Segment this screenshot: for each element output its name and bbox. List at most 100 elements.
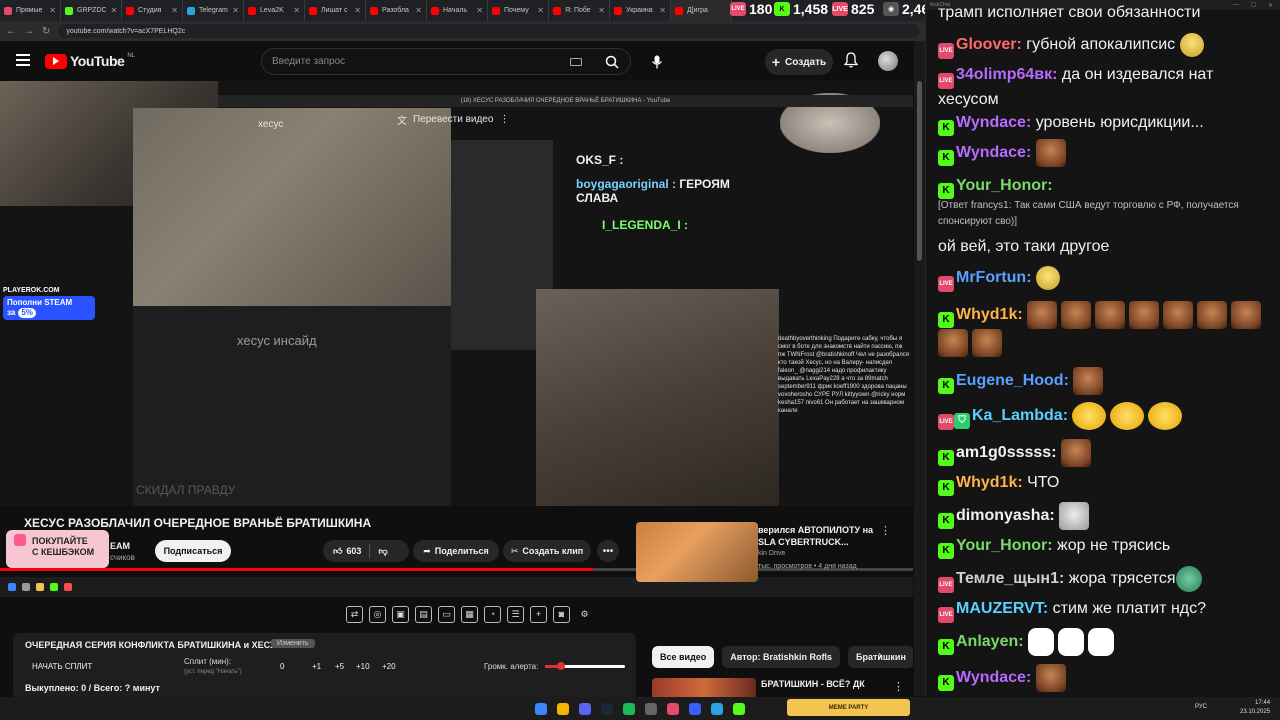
account-avatar[interactable] bbox=[878, 51, 898, 71]
loop-icon[interactable]: ⇄ bbox=[346, 605, 363, 623]
browser-tab[interactable]: Прямые ✕ bbox=[0, 0, 61, 21]
browser-tab[interactable]: Лишат с ✕ bbox=[305, 0, 366, 21]
chat-nick[interactable]: dimonyasha: bbox=[956, 507, 1055, 524]
create-button[interactable]: + Создать bbox=[765, 49, 833, 75]
increment-5-button[interactable]: +5 bbox=[335, 662, 344, 671]
chat-nick[interactable]: Whyd1k: bbox=[956, 306, 1023, 323]
split-start-button[interactable]: НАЧАТЬ СПЛИТ bbox=[32, 662, 92, 671]
browser-tab[interactable]: Telegram ✕ bbox=[183, 0, 244, 21]
tab-close-icon[interactable]: ✕ bbox=[111, 6, 118, 15]
chrome-icon[interactable] bbox=[557, 703, 569, 715]
reload-icon[interactable]: ↻ bbox=[42, 26, 50, 37]
chat-nick[interactable]: MAUZERVT: bbox=[956, 600, 1048, 617]
browser-tab[interactable]: Почему ✕ bbox=[488, 0, 549, 21]
tab-close-icon[interactable]: ✕ bbox=[171, 6, 178, 15]
browser-tab-active[interactable]: Д[игра bbox=[671, 0, 732, 21]
tab-close-icon[interactable]: ✕ bbox=[232, 6, 239, 15]
browser-tab[interactable]: GRPZDC ✕ bbox=[61, 0, 122, 21]
steam-icon[interactable] bbox=[601, 703, 613, 715]
clock[interactable]: 17:44 23.10.2025 bbox=[1240, 699, 1270, 717]
recommended-title[interactable]: БРАТИШКИН - ВСЁ? ДК bbox=[761, 679, 881, 690]
chat-nick[interactable]: am1g0sssss: bbox=[956, 444, 1057, 461]
tab-close-icon[interactable]: ✕ bbox=[354, 6, 361, 15]
app-icon[interactable] bbox=[689, 703, 701, 715]
video-player[interactable]: (18) ХЕСУС РАЗОБЛАЧИЛ ОЧЕРЕДНОЕ ВРАНЬЁ Б… bbox=[0, 81, 913, 506]
taskbar-banner[interactable]: MEME PARTY bbox=[787, 699, 910, 716]
cashback-ad[interactable]: ПОКУПАЙТЕ С КЕШБЭКОМ bbox=[6, 530, 109, 568]
app-icon[interactable] bbox=[645, 703, 657, 715]
add-icon[interactable]: + bbox=[530, 605, 547, 623]
url-field[interactable]: youtube.com/watch?v=acX7PELHQ2c bbox=[58, 24, 919, 38]
browser-tab[interactable]: Началь ✕ bbox=[427, 0, 488, 21]
tab-close-icon[interactable]: ✕ bbox=[598, 6, 605, 15]
kebab-icon[interactable]: ⋮ bbox=[893, 680, 904, 693]
tab-close-icon[interactable]: ✕ bbox=[49, 6, 56, 15]
speed-icon[interactable]: ◔ bbox=[484, 605, 501, 623]
scrollbar-thumb[interactable] bbox=[917, 81, 922, 261]
chat-nick[interactable]: Темле_щын1: bbox=[956, 570, 1064, 587]
voice-search-button[interactable] bbox=[644, 49, 670, 75]
page-scrollbar[interactable] bbox=[914, 41, 925, 696]
gear-icon[interactable]: ⚙ bbox=[576, 606, 593, 623]
browser-tab[interactable]: Разобла ✕ bbox=[366, 0, 427, 21]
app-icon[interactable] bbox=[733, 703, 745, 715]
chat-nick[interactable]: Your_Honor: bbox=[956, 537, 1053, 554]
tab-close-icon[interactable]: ✕ bbox=[476, 6, 483, 15]
split-edit-button[interactable]: Изменить bbox=[271, 639, 315, 648]
notifications-button[interactable] bbox=[843, 52, 859, 73]
chat-nick[interactable]: Wyndace: bbox=[956, 114, 1031, 131]
share-button[interactable]: ➦ Поделиться bbox=[413, 540, 499, 562]
recommended-title[interactable]: верился АВТОПИЛОТУ на SLA CYBERTRUCK... bbox=[758, 524, 888, 548]
increment-10-button[interactable]: +10 bbox=[356, 662, 370, 671]
chip-all-videos[interactable]: Все видео bbox=[652, 646, 715, 668]
search-button[interactable] bbox=[594, 49, 630, 74]
cinema-icon[interactable]: ▦ bbox=[461, 605, 478, 623]
tab-close-icon[interactable]: ✕ bbox=[293, 6, 300, 15]
menu-icon[interactable] bbox=[16, 54, 30, 66]
audio-icon[interactable]: ◎ bbox=[369, 605, 386, 623]
chip-author[interactable]: Автор: Bratishkin Rofls bbox=[722, 646, 841, 668]
channel-name[interactable]: EAM bbox=[110, 541, 130, 551]
browser-tab[interactable]: Я: Побе ✕ bbox=[549, 0, 610, 21]
chat-nick[interactable]: Wyndace: bbox=[956, 144, 1031, 161]
chat-nick[interactable]: Gloover: bbox=[956, 36, 1022, 53]
kebab-icon[interactable]: ⋮ bbox=[880, 524, 891, 537]
forward-icon[interactable]: → bbox=[24, 26, 34, 37]
subscribe-button[interactable]: Подписаться bbox=[155, 540, 231, 562]
more-actions-button[interactable]: ••• bbox=[597, 540, 619, 562]
alert-volume-slider[interactable] bbox=[545, 662, 625, 670]
chat-nick[interactable]: Anlayen: bbox=[956, 633, 1024, 650]
translate-video-button[interactable]: 文 Перевести видео ⋮ bbox=[397, 112, 509, 127]
language-indicator[interactable]: РУС bbox=[1195, 704, 1207, 710]
keyboard-icon[interactable] bbox=[570, 57, 582, 66]
spotify-icon[interactable] bbox=[623, 703, 635, 715]
screenshot-icon[interactable]: ▣ bbox=[392, 605, 409, 623]
chat-nick[interactable]: Your_Honor: bbox=[956, 177, 1053, 194]
discord-icon[interactable] bbox=[579, 703, 591, 715]
increment-1-button[interactable]: +1 bbox=[312, 662, 321, 671]
app-icon[interactable] bbox=[667, 703, 679, 715]
recommended-thumbnail[interactable] bbox=[636, 522, 758, 582]
chat-nick[interactable]: MrFortun: bbox=[956, 269, 1032, 286]
browser-tab[interactable]: Студия ✕ bbox=[122, 0, 183, 21]
tab-close-icon[interactable]: ✕ bbox=[415, 6, 422, 15]
playlist-icon[interactable]: ☰ bbox=[507, 605, 524, 623]
film-icon[interactable]: ▤ bbox=[415, 605, 432, 623]
browser-tab[interactable]: Leva2K ✕ bbox=[244, 0, 305, 21]
clip-button[interactable]: ✂ Создать клип bbox=[503, 540, 591, 562]
dislike-button[interactable]: 👎︎ bbox=[370, 546, 395, 557]
recommended-video[interactable]: верился АВТОПИЛОТУ на SLA CYBERTRUCK... … bbox=[636, 522, 913, 582]
youtube-logo[interactable]: YouTube NL bbox=[45, 53, 135, 69]
chat-nick[interactable]: 34olimp64вк: bbox=[956, 66, 1057, 83]
telegram-icon[interactable] bbox=[711, 703, 723, 715]
camera-icon[interactable]: ◙ bbox=[553, 605, 570, 623]
windows-start-icon[interactable] bbox=[535, 703, 547, 715]
chat-nick[interactable]: Wyndace: bbox=[956, 669, 1031, 686]
tab-close-icon[interactable]: ✕ bbox=[537, 6, 544, 15]
chevron-right-icon[interactable]: › bbox=[878, 648, 882, 662]
chat-nick[interactable]: Ka_Lambda: bbox=[972, 407, 1068, 424]
slider-handle[interactable] bbox=[557, 662, 565, 670]
chat-nick[interactable]: Eugene_Hood: bbox=[956, 372, 1069, 389]
chat-nick[interactable]: Whyd1k: bbox=[956, 474, 1023, 491]
increment-20-button[interactable]: +20 bbox=[382, 662, 396, 671]
